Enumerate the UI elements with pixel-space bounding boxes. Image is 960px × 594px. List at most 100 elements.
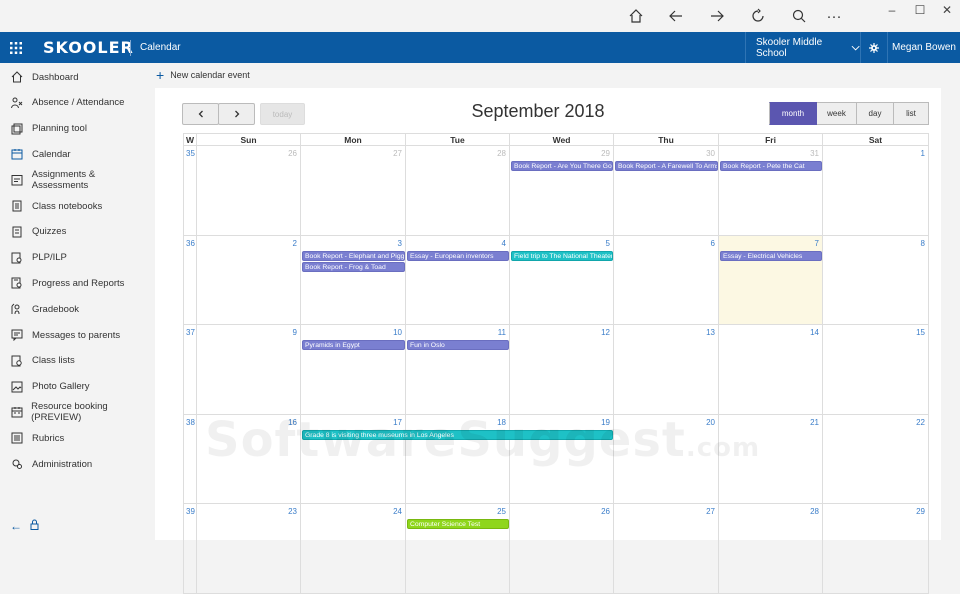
day-cell[interactable]: 15 [823, 325, 929, 415]
day-number[interactable]: 7 [815, 239, 819, 248]
day-cell[interactable]: 26 [510, 504, 614, 594]
view-month-button[interactable]: month [769, 102, 817, 125]
refresh-icon[interactable] [743, 4, 773, 28]
day-number[interactable]: 22 [916, 418, 925, 427]
day-number[interactable]: 26 [601, 507, 610, 516]
day-cell[interactable]: 5 [510, 235, 614, 325]
next-month-button[interactable] [218, 103, 255, 125]
more-icon[interactable]: ··· [819, 4, 849, 28]
sidebar-item-administration[interactable]: Administration [0, 452, 152, 476]
calendar-event[interactable]: Pyramids in Egypt [302, 340, 405, 350]
day-number[interactable]: 13 [706, 328, 715, 337]
app-logo[interactable]: SKOOLER [43, 38, 134, 57]
day-number[interactable]: 4 [502, 239, 506, 248]
day-number[interactable]: 29 [601, 149, 610, 158]
day-number[interactable]: 10 [393, 328, 402, 337]
day-cell[interactable]: 24 [301, 504, 406, 594]
calendar-event[interactable]: Essay - European inventors [407, 250, 509, 261]
day-number[interactable]: 2 [293, 239, 297, 248]
sidebar-item-calendar[interactable]: Calendar [0, 142, 152, 166]
day-number[interactable]: 28 [497, 149, 506, 158]
day-number[interactable]: 5 [606, 239, 610, 248]
day-cell[interactable]: 9 [197, 325, 301, 415]
view-list-button[interactable]: list [894, 102, 929, 125]
day-cell[interactable]: 4 [406, 235, 510, 325]
day-cell[interactable]: 14 [719, 325, 823, 415]
day-number[interactable]: 14 [810, 328, 819, 337]
week-number[interactable]: 39 [186, 507, 195, 516]
day-cell[interactable]: 11 [406, 325, 510, 415]
lock-icon[interactable] [30, 519, 39, 533]
day-cell[interactable]: 26 [197, 146, 301, 236]
day-cell[interactable]: 31 [719, 146, 823, 236]
sidebar-item-assignments-assessments[interactable]: Assignments & Assessments [0, 168, 152, 192]
sidebar-item-photo-gallery[interactable]: Photo Gallery [0, 375, 152, 399]
app-launcher-icon[interactable] [0, 32, 32, 63]
sidebar-item-gradebook[interactable]: Gradebook [0, 297, 152, 321]
sidebar-item-absence-attendance[interactable]: Absence / Attendance [0, 91, 152, 115]
prev-month-button[interactable] [182, 103, 219, 125]
sidebar-item-plp-ilp[interactable]: PLP/ILP [0, 246, 152, 270]
day-number[interactable]: 12 [601, 328, 610, 337]
day-cell[interactable]: 8 [823, 235, 929, 325]
day-number[interactable]: 3 [398, 239, 402, 248]
calendar-event[interactable]: Book Report - Elephant and Piggie [302, 250, 405, 261]
day-number[interactable]: 29 [916, 507, 925, 516]
day-cell[interactable]: 12 [510, 325, 614, 415]
day-number[interactable]: 27 [706, 507, 715, 516]
day-cell[interactable]: 13 [614, 325, 719, 415]
day-cell[interactable]: 30 [614, 146, 719, 236]
sidebar-item-planning-tool[interactable]: Planning tool [0, 117, 152, 141]
plus-icon[interactable]: + [156, 67, 164, 83]
day-cell[interactable]: 7 [719, 235, 823, 325]
day-number[interactable]: 25 [497, 507, 506, 516]
calendar-event[interactable]: Essay - Electrical Vehicles [720, 250, 822, 261]
day-number[interactable]: 6 [711, 239, 715, 248]
day-number[interactable]: 1 [921, 149, 925, 158]
day-number[interactable]: 31 [810, 149, 819, 158]
collapse-sidebar-button[interactable]: ← [10, 519, 22, 533]
day-cell[interactable]: 3 [301, 235, 406, 325]
view-day-button[interactable]: day [857, 102, 894, 125]
day-cell[interactable]: 22 [823, 414, 929, 504]
week-number[interactable]: 36 [186, 239, 195, 248]
settings-button[interactable] [860, 32, 888, 63]
calendar-event[interactable]: Book Report - Frog & Toad [302, 261, 405, 272]
day-number[interactable]: 9 [293, 328, 297, 337]
calendar-event[interactable]: Book Report - A Farewell To Arms [615, 161, 718, 171]
day-number[interactable]: 11 [498, 328, 506, 337]
sidebar-item-class-notebooks[interactable]: Class notebooks [0, 194, 152, 218]
day-cell[interactable]: 29 [823, 504, 929, 594]
sidebar-item-rubrics[interactable]: Rubrics [0, 426, 152, 450]
week-number[interactable]: 35 [186, 149, 195, 158]
new-event-button[interactable]: New calendar event [170, 70, 250, 80]
minimize-button[interactable]: – [877, 0, 907, 20]
sidebar-item-progress-and-reports[interactable]: Progress and Reports [0, 271, 152, 295]
day-cell[interactable]: 28 [719, 504, 823, 594]
sidebar-item-class-lists[interactable]: Class lists [0, 349, 152, 373]
day-number[interactable]: 21 [810, 418, 819, 427]
day-number[interactable]: 24 [393, 507, 402, 516]
day-cell[interactable]: 27 [301, 146, 406, 236]
day-number[interactable]: 27 [393, 149, 402, 158]
day-cell[interactable]: 25 [406, 504, 510, 594]
back-icon[interactable] [661, 4, 691, 28]
calendar-event[interactable]: Field trip to The National Theater [511, 250, 613, 261]
search-icon[interactable] [784, 4, 814, 28]
calendar-event[interactable]: Book Report - Pete the Cat [720, 161, 822, 171]
day-number[interactable]: 15 [916, 328, 925, 337]
maximize-button[interactable]: ☐ [905, 0, 935, 20]
sidebar-item-quizzes[interactable]: Quizzes [0, 220, 152, 244]
day-number[interactable]: 23 [288, 507, 297, 516]
week-number[interactable]: 38 [186, 418, 195, 427]
school-selector[interactable]: Skooler Middle School [745, 32, 860, 63]
week-number[interactable]: 37 [186, 328, 195, 337]
view-week-button[interactable]: week [817, 102, 857, 125]
calendar-event[interactable]: Book Report - Are You There God [511, 161, 613, 171]
day-cell[interactable]: 29 [510, 146, 614, 236]
sidebar-item-resource-booking-preview[interactable]: Resource booking (PREVIEW) [0, 400, 152, 424]
forward-icon[interactable] [702, 4, 732, 28]
calendar-event[interactable]: Computer Science Test [407, 519, 509, 529]
close-button[interactable]: ✕ [932, 0, 960, 20]
day-number[interactable]: 30 [706, 149, 715, 158]
